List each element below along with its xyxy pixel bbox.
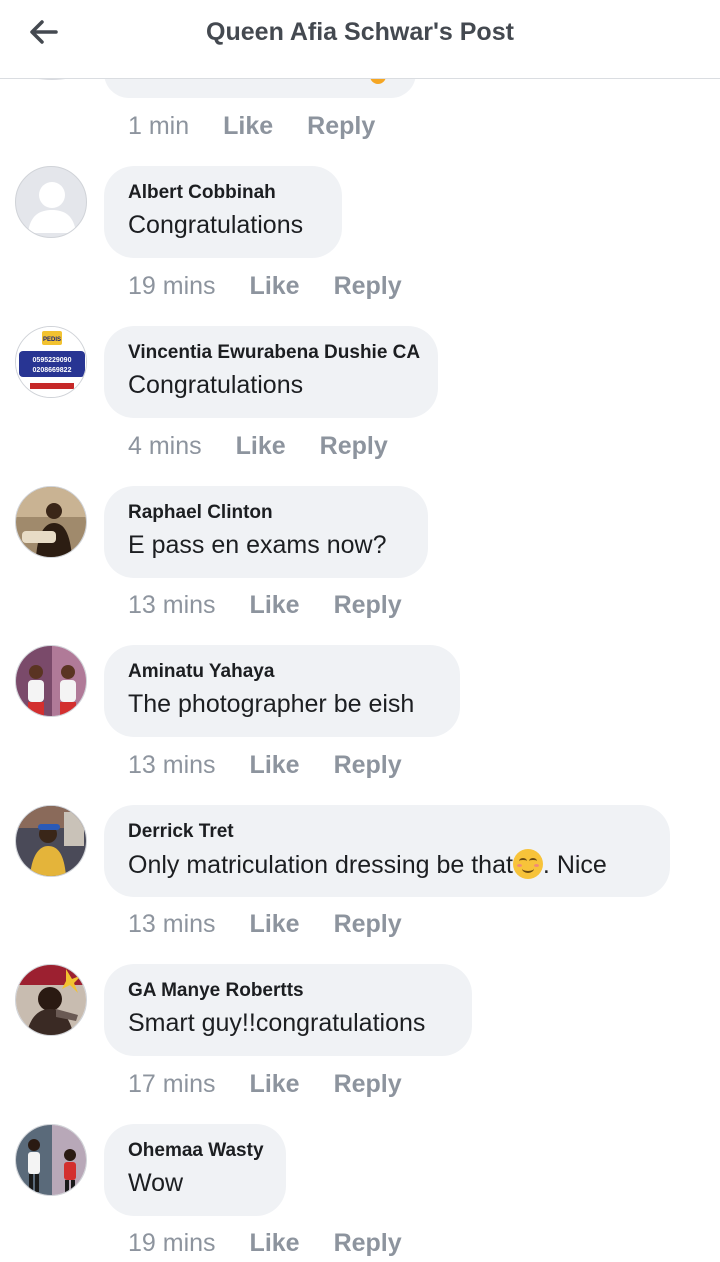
reply-button[interactable]: Reply xyxy=(334,910,402,939)
reply-button[interactable]: Reply xyxy=(334,751,402,780)
like-button[interactable]: Like xyxy=(250,751,300,780)
comment-time: 13 mins xyxy=(128,591,216,619)
profile-photo-icon xyxy=(16,1125,86,1195)
top-bar: Queen Afia Schwar's Post xyxy=(0,0,720,79)
comment-time: 1 min xyxy=(128,112,190,140)
comment-time: 19 mins xyxy=(128,272,216,300)
comment-item: Aminatu Yahaya The photographer be eish xyxy=(0,645,720,737)
comment-bubble[interactable]: GA Manye Robertts Smart guy!!congratulat… xyxy=(104,964,472,1056)
comment-author[interactable]: Raphael Clinton xyxy=(128,502,404,524)
comment-bubble[interactable]: Aminatu Yahaya The photographer be eish xyxy=(104,645,460,737)
like-button[interactable]: Like xyxy=(250,910,300,939)
comment-item: Raphael Clinton E pass en exams now? xyxy=(0,486,720,578)
comment-actions: 13 mins Like Reply xyxy=(128,591,402,620)
comment-text: The photographer be eish xyxy=(128,690,415,718)
default-avatar-icon xyxy=(28,182,76,233)
like-button[interactable]: Like xyxy=(223,112,273,141)
avatar-phone-2: 0208669822 xyxy=(33,367,72,374)
comment-text: E pass en exams now? xyxy=(128,531,387,559)
comment-bubble[interactable]: Raphael Clinton E pass en exams now? xyxy=(104,486,428,578)
comment-item: Albert Cobbinah Congratulations xyxy=(0,166,720,258)
comment-item: GA Manye Robertts Smart guy!!congratulat… xyxy=(0,964,720,1056)
comment-actions: 17 mins Like Reply xyxy=(128,1070,402,1099)
comment-actions-partial: 1 min Like Reply xyxy=(128,112,375,141)
comment-item: Derrick Tret Only matriculation dressing… xyxy=(0,805,720,897)
comment-author[interactable]: GA Manye Robertts xyxy=(128,980,448,1002)
comment-actions: 19 mins Like Reply xyxy=(128,272,402,301)
comment-text: Smart guy!!congratulations xyxy=(128,1009,426,1037)
reply-button[interactable]: Reply xyxy=(334,1229,402,1258)
reply-button[interactable]: Reply xyxy=(334,272,402,301)
comment-author[interactable]: Aminatu Yahaya xyxy=(128,661,436,683)
avatar[interactable] xyxy=(15,1124,87,1196)
business-logo-avatar-icon: PEDIS 0595229090 0208669822 xyxy=(16,327,86,397)
comment-text: Wow xyxy=(128,1169,184,1197)
reply-button[interactable]: Reply xyxy=(334,1070,402,1099)
comment-text-end: . Nice xyxy=(542,851,607,879)
comment-author[interactable]: Vincentia Ewurabena Dushie CA xyxy=(128,342,420,364)
comment-time: 13 mins xyxy=(128,910,216,938)
like-button[interactable]: Like xyxy=(236,432,286,461)
avatar[interactable] xyxy=(15,645,87,717)
comment-text: Congratulations xyxy=(128,211,304,239)
comment-item: Ohemaa Wasty Wow xyxy=(0,1124,720,1216)
comment-bubble[interactable]: Ohemaa Wasty Wow xyxy=(104,1124,286,1216)
comment-time: 19 mins xyxy=(128,1229,216,1257)
comment-author[interactable]: Derrick Tret xyxy=(128,821,646,843)
like-button[interactable]: Like xyxy=(250,1070,300,1099)
profile-photo-icon xyxy=(16,806,86,876)
comment-author[interactable]: Albert Cobbinah xyxy=(128,182,318,204)
page-title: Queen Afia Schwar's Post xyxy=(206,18,514,46)
avatar[interactable] xyxy=(15,805,87,877)
profile-photo-icon xyxy=(16,965,86,1035)
avatar-logo-text: PEDIS xyxy=(43,337,61,343)
like-button[interactable]: Like xyxy=(250,1229,300,1258)
avatar[interactable] xyxy=(15,166,87,238)
like-button[interactable]: Like xyxy=(250,591,300,620)
avatar[interactable] xyxy=(15,486,87,558)
comment-text-start: Only matriculation dressing be that xyxy=(128,851,513,879)
reply-button[interactable]: Reply xyxy=(320,432,388,461)
comment-actions: 19 mins Like Reply xyxy=(128,1229,402,1258)
smiling-face-emoji-icon xyxy=(512,849,543,879)
comment-bubble[interactable]: Vincentia Ewurabena Dushie CA Congratula… xyxy=(104,326,438,418)
avatar-phone-1: 0595229090 xyxy=(33,357,72,364)
comment-time: 13 mins xyxy=(128,751,216,779)
comment-text: Only matriculation dressing be that . Nic… xyxy=(128,849,646,880)
reply-button[interactable]: Reply xyxy=(334,591,402,620)
comment-time: 17 mins xyxy=(128,1070,216,1098)
comment-actions: 13 mins Like Reply xyxy=(128,910,402,939)
comment-actions: 13 mins Like Reply xyxy=(128,751,402,780)
like-button[interactable]: Like xyxy=(250,272,300,301)
avatar[interactable] xyxy=(15,964,87,1036)
reply-button[interactable]: Reply xyxy=(307,112,375,141)
comment-item: PEDIS 0595229090 0208669822 Vincentia Ew… xyxy=(0,326,720,418)
comment-bubble[interactable]: Derrick Tret Only matriculation dressing… xyxy=(104,805,670,897)
comment-actions: 4 mins Like Reply xyxy=(128,432,388,461)
comment-bubble[interactable]: Albert Cobbinah Congratulations xyxy=(104,166,342,258)
comment-time: 4 mins xyxy=(128,432,202,460)
profile-photo-icon xyxy=(16,646,86,716)
profile-photo-icon xyxy=(16,487,86,557)
comment-text: Congratulations xyxy=(128,371,304,399)
avatar[interactable]: PEDIS 0595229090 0208669822 xyxy=(15,326,87,398)
comment-author[interactable]: Ohemaa Wasty xyxy=(128,1140,264,1162)
